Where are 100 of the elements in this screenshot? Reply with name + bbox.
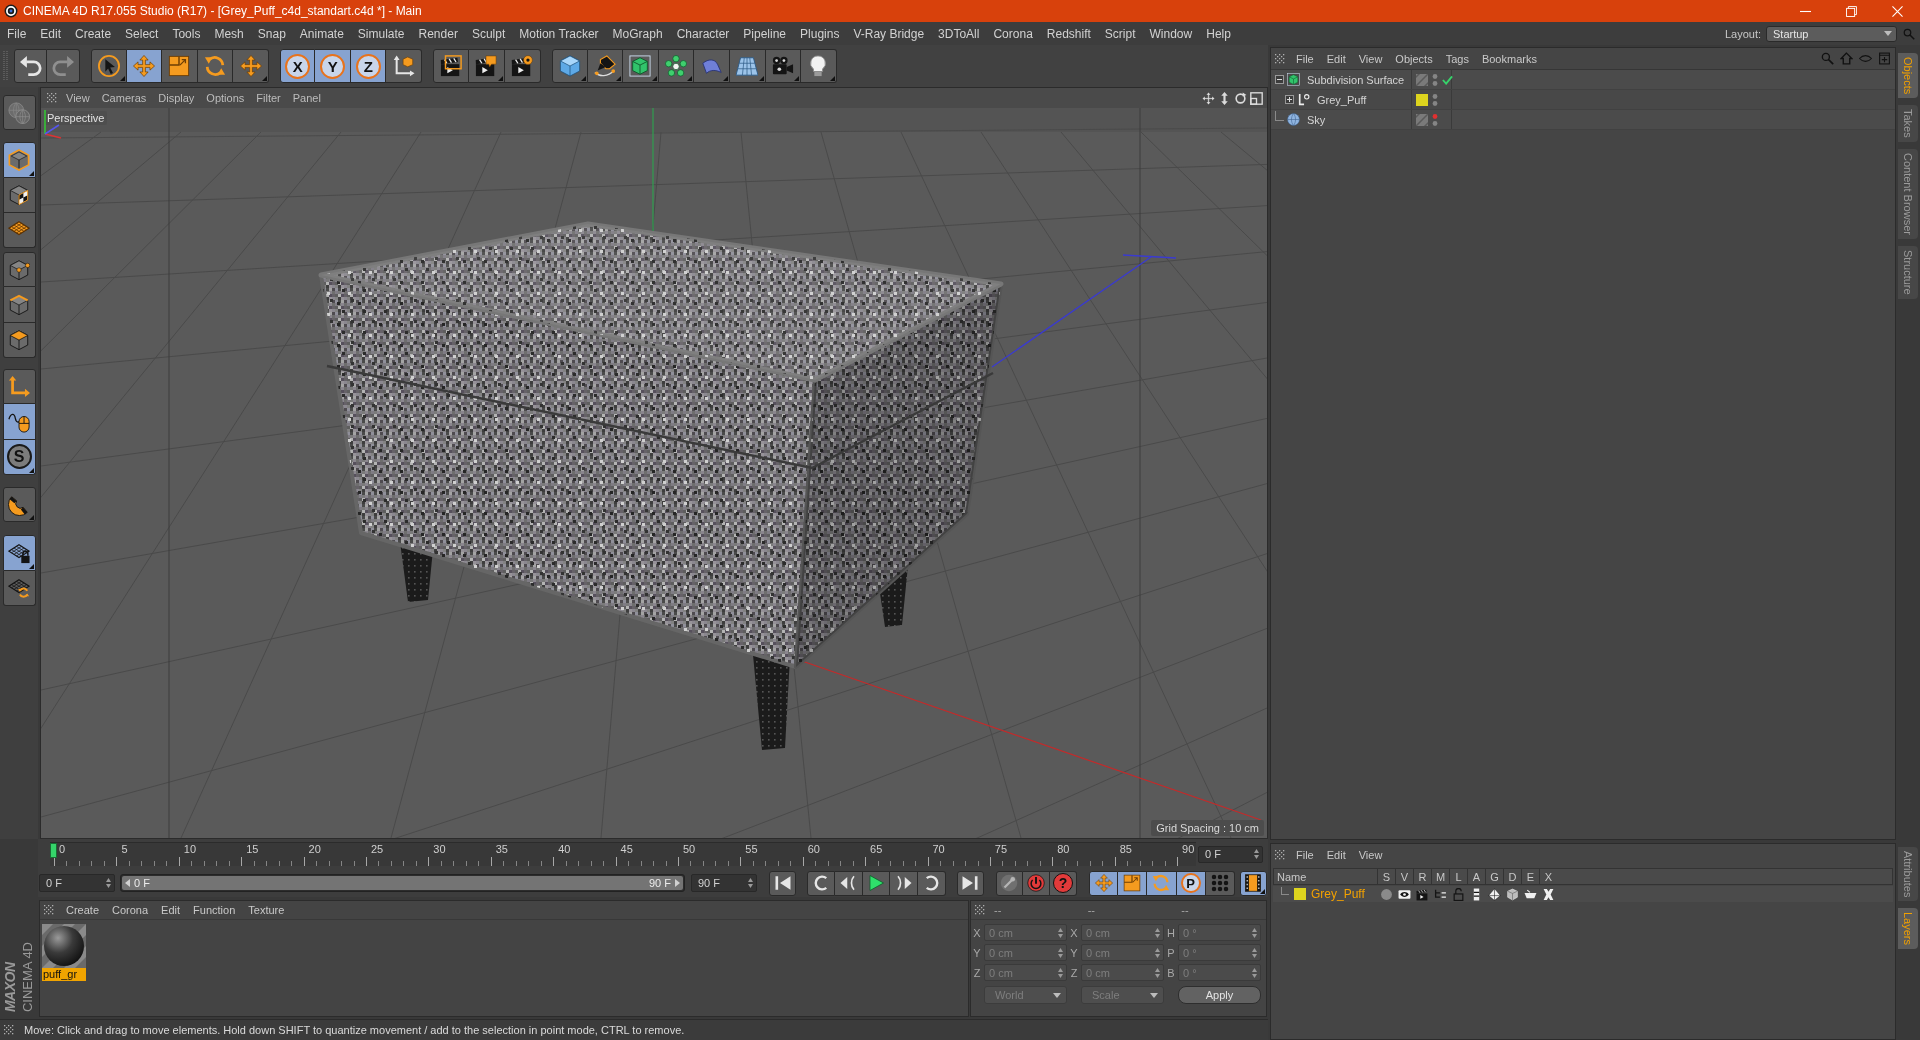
- deformer-button[interactable]: [694, 49, 730, 83]
- scale-mode-button[interactable]: [1118, 870, 1148, 896]
- menu-item[interactable]: Create: [66, 904, 100, 916]
- cube-button[interactable]: [551, 49, 588, 83]
- rotate-mode-button[interactable]: [1147, 870, 1177, 896]
- x-axis-button[interactable]: X: [279, 49, 316, 83]
- menu-item[interactable]: Function: [193, 904, 236, 916]
- menu-item[interactable]: Script: [1104, 26, 1136, 41]
- menu-item[interactable]: Mesh: [214, 26, 244, 41]
- next-frame-button[interactable]: [890, 870, 919, 896]
- menu-item[interactable]: Filter: [256, 92, 281, 104]
- menu-item[interactable]: Redshift: [1046, 26, 1091, 41]
- play-button[interactable]: [862, 870, 891, 896]
- menu-item[interactable]: Render: [418, 26, 458, 41]
- menu-item[interactable]: View: [1358, 52, 1383, 65]
- menu-item[interactable]: Cameras: [101, 92, 147, 104]
- menu-item[interactable]: File: [7, 26, 27, 41]
- light-button[interactable]: [801, 49, 837, 83]
- previous-key-button[interactable]: [807, 870, 835, 896]
- object-name[interactable]: Grey_Puff: [1317, 93, 1367, 106]
- texture-mode-button[interactable]: [2, 177, 36, 213]
- cube-icon[interactable]: [1505, 887, 1519, 901]
- layer-row[interactable]: Grey_Puff: [1273, 886, 1893, 902]
- object-name[interactable]: Sky: [1307, 113, 1326, 126]
- lock-workplane-button[interactable]: [2, 535, 36, 571]
- pyramid-icon[interactable]: [1487, 887, 1501, 901]
- edges-mode-button[interactable]: [2, 287, 36, 323]
- object-name[interactable]: Subdivision Surface: [1307, 73, 1405, 86]
- move-tool-button[interactable]: [126, 49, 163, 83]
- last-tool-button[interactable]: [233, 49, 269, 83]
- menu-item[interactable]: Edit: [1326, 52, 1346, 65]
- menu-item[interactable]: Plugins: [800, 26, 840, 41]
- workplane-mode-button[interactable]: [2, 212, 36, 249]
- menu-item[interactable]: Display: [158, 92, 195, 104]
- menu-item[interactable]: Animate: [299, 26, 344, 41]
- menu-item[interactable]: Character: [676, 26, 730, 41]
- current-frame-field[interactable]: 0 F: [1198, 845, 1263, 863]
- start-frame-field[interactable]: 0 F: [39, 874, 115, 892]
- menu-item[interactable]: Sculpt: [471, 26, 506, 41]
- menu-item[interactable]: Tags: [1445, 52, 1469, 65]
- menu-item[interactable]: V-Ray Bridge: [853, 26, 925, 41]
- menu-item[interactable]: View: [66, 92, 90, 104]
- layout-dropdown[interactable]: Startup: [1766, 25, 1897, 42]
- visibility-dots-icon[interactable]: [1432, 112, 1438, 127]
- check-icon[interactable]: [1442, 74, 1453, 85]
- menu-item[interactable]: File: [1296, 849, 1314, 861]
- live-selection-button[interactable]: [91, 49, 127, 83]
- render-settings-button[interactable]: [504, 49, 541, 83]
- polygons-mode-button[interactable]: [2, 322, 36, 359]
- timeline-button[interactable]: [1239, 870, 1267, 896]
- menu-item[interactable]: Corona: [112, 904, 149, 916]
- coordinate-system-button[interactable]: [386, 49, 422, 83]
- menu-item[interactable]: Window: [1149, 26, 1193, 41]
- help-button[interactable]: ?: [1050, 870, 1077, 896]
- subdivision-button[interactable]: [623, 49, 659, 83]
- menu-item[interactable]: Create: [75, 26, 112, 41]
- move-mode-button[interactable]: [1089, 870, 1119, 896]
- x-shape-icon[interactable]: [1541, 887, 1555, 901]
- object-row[interactable]: Grey_Puff: [1271, 90, 1895, 110]
- panel-tab[interactable]: Content Browser: [1898, 149, 1918, 239]
- tweak-mode-button[interactable]: [2, 404, 36, 440]
- maximize-icon[interactable]: [1250, 91, 1263, 105]
- cup-icon[interactable]: [1523, 887, 1537, 901]
- menu-item[interactable]: Select: [125, 26, 159, 41]
- expand-toggle-icon[interactable]: [1275, 75, 1284, 84]
- menu-item[interactable]: Edit: [161, 904, 181, 916]
- expand-toggle-icon[interactable]: [1285, 95, 1294, 104]
- layer-name[interactable]: Grey_Puff: [1311, 887, 1365, 901]
- pan-icon[interactable]: [1202, 91, 1215, 105]
- menu-item[interactable]: Tools: [172, 26, 201, 41]
- pen-button[interactable]: [587, 49, 624, 83]
- panel-tab[interactable]: Layers: [1898, 907, 1918, 949]
- object-row[interactable]: Subdivision Surface: [1271, 70, 1895, 90]
- next-key-button[interactable]: [918, 870, 946, 896]
- menu-item[interactable]: Edit: [1326, 849, 1346, 861]
- autokey-button[interactable]: [996, 870, 1023, 896]
- cloner-button[interactable]: [658, 49, 695, 83]
- visibility-dots-icon[interactable]: [1432, 92, 1438, 107]
- go-to-start-button[interactable]: [769, 870, 796, 896]
- go-to-end-button[interactable]: [957, 870, 984, 896]
- visibility-dots-icon[interactable]: [1432, 72, 1438, 87]
- y-axis-button[interactable]: Y: [315, 49, 351, 83]
- eye-icon[interactable]: [1397, 887, 1411, 901]
- snap-button[interactable]: [2, 486, 36, 523]
- menu-item[interactable]: Pipeline: [743, 26, 787, 41]
- object-row[interactable]: Sky: [1271, 110, 1895, 130]
- menu-item[interactable]: 3DToAll: [938, 26, 980, 41]
- render-picture-viewer-button[interactable]: [468, 49, 505, 83]
- scale-tool-button[interactable]: [162, 49, 198, 83]
- points-mode-button[interactable]: [2, 252, 36, 288]
- menu-item[interactable]: Corona: [993, 26, 1033, 41]
- undo-button[interactable]: [14, 49, 47, 83]
- z-axis-button[interactable]: Z: [350, 49, 387, 83]
- planar-workplane-button[interactable]: [2, 570, 36, 606]
- model-mode-button[interactable]: [2, 142, 36, 178]
- orbit-icon[interactable]: [1234, 91, 1247, 105]
- axis-mode-button[interactable]: [2, 369, 36, 405]
- material-ball-icon[interactable]: [42, 924, 86, 968]
- menu-item[interactable]: Motion Tracker: [519, 26, 599, 41]
- menu-item[interactable]: Edit: [40, 26, 62, 41]
